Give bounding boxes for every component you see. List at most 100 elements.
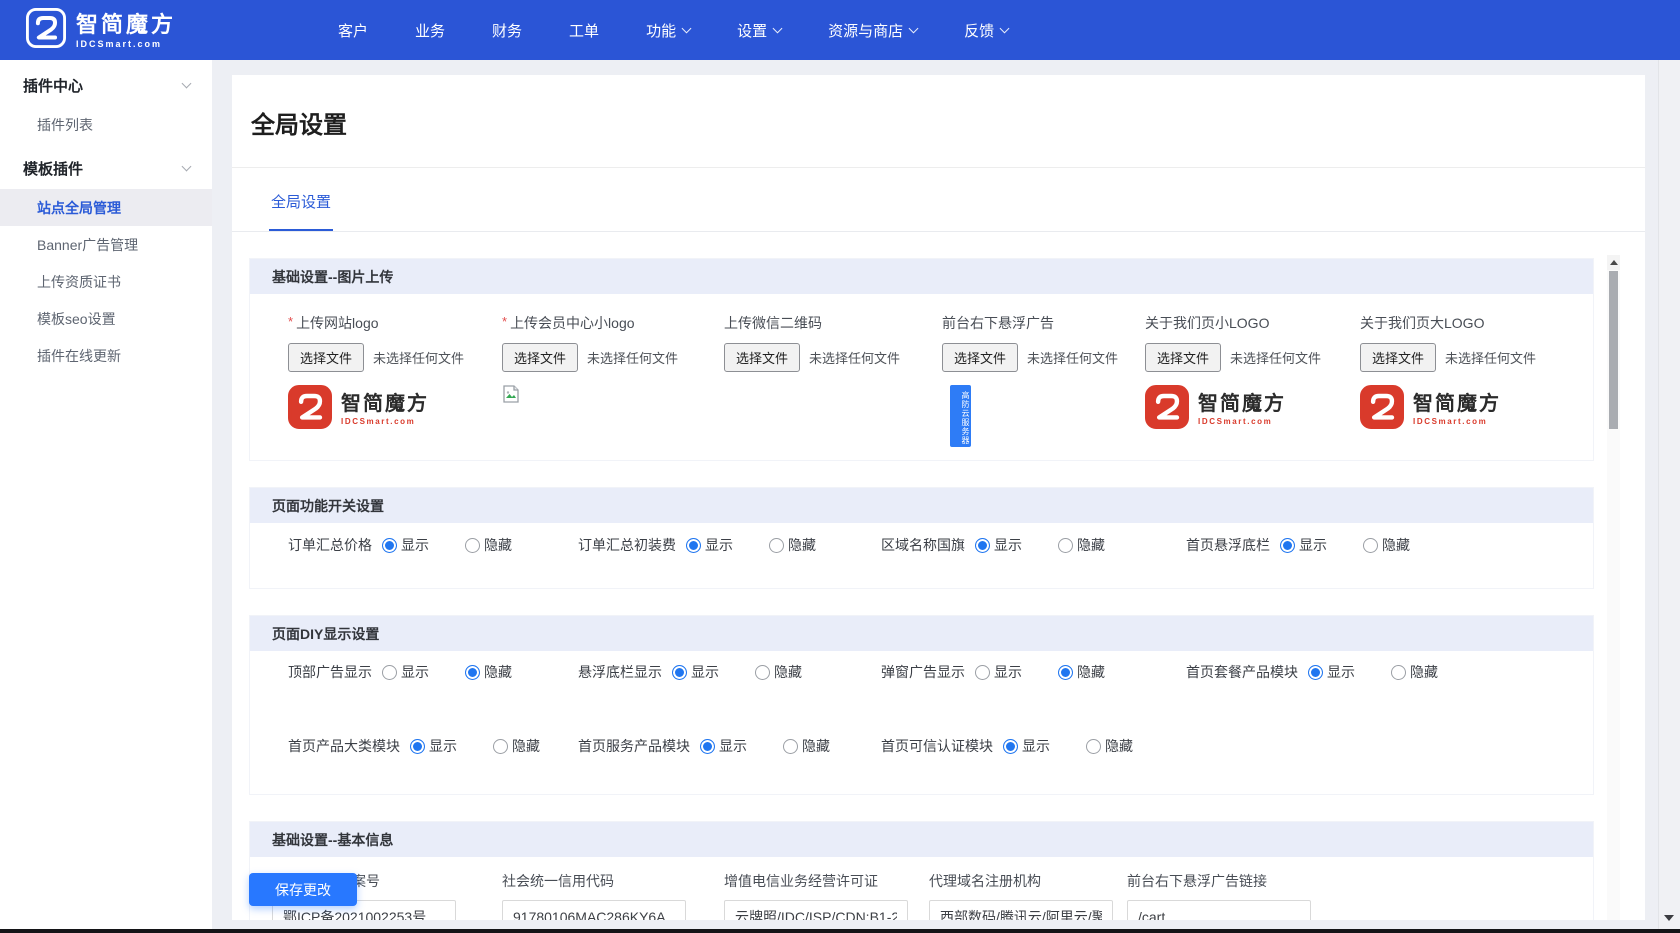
radio-button-icon[interactable] [975, 538, 990, 553]
radio-button-icon[interactable] [1058, 538, 1073, 553]
radio-button-icon[interactable] [493, 739, 508, 754]
chevron-down-icon [682, 23, 692, 33]
arrow-down-icon[interactable] [1664, 915, 1674, 921]
radio-button-icon[interactable] [975, 665, 990, 680]
nav-item-label: 财务 [492, 20, 522, 41]
radio-button-icon[interactable] [1391, 665, 1406, 680]
choose-file-button[interactable]: 选择文件 [288, 343, 364, 372]
input-unified-social-credit-code[interactable] [502, 900, 686, 920]
radio-show-label: 显示 [691, 662, 719, 682]
radio-hide-label: 隐藏 [1077, 535, 1105, 555]
radio-button-icon[interactable] [465, 538, 480, 553]
radio-button-icon[interactable] [1058, 665, 1073, 680]
radio-hide-option[interactable]: 隐藏 [493, 736, 540, 756]
radio-hide-option[interactable]: 隐藏 [1058, 535, 1105, 555]
radio-button-icon[interactable] [1003, 739, 1018, 754]
sidebar-group-header-plugin-center[interactable]: 插件中心 [0, 64, 212, 106]
tab-global-settings[interactable]: 全局设置 [269, 191, 333, 231]
window-bottom-edge [0, 929, 1680, 933]
radio-hide-option[interactable]: 隐藏 [1086, 736, 1133, 756]
sidebar-item-banner-ad-management[interactable]: Banner广告管理 [0, 226, 212, 263]
radio-show-option[interactable]: 显示 [382, 535, 429, 555]
field-label: 社会统一信用代码 [502, 871, 724, 891]
radio-button-icon[interactable] [1086, 739, 1101, 754]
sidebar-item-upload-certificates[interactable]: 上传资质证书 [0, 263, 212, 300]
nav-item-feedback[interactable]: 反馈 [964, 20, 1008, 41]
radio-hide-option[interactable]: 隐藏 [1363, 535, 1410, 555]
top-nav-menu: 客户 业务 财务 工单 功能 设置 资源与商店 反馈 [338, 0, 1008, 60]
logo-preview: 智简魔方IDCSmart.com [1145, 385, 1360, 434]
switch-label: 首页可信认证模块 [881, 736, 993, 756]
field-label: 上传微信二维码 [724, 313, 942, 333]
switch-label: 订单汇总价格 [288, 535, 372, 555]
input-telecom-business-license[interactable] [724, 900, 908, 920]
input-float-ad-link[interactable] [1127, 900, 1311, 920]
radio-button-icon[interactable] [783, 739, 798, 754]
nav-item-tickets[interactable]: 工单 [569, 20, 599, 41]
radio-hide-option[interactable]: 隐藏 [1058, 662, 1105, 682]
radio-show-option[interactable]: 显示 [1308, 662, 1355, 682]
radio-show-option[interactable]: 显示 [410, 736, 457, 756]
radio-button-icon[interactable] [769, 538, 784, 553]
radio-hide-option[interactable]: 隐藏 [755, 662, 802, 682]
radio-button-icon[interactable] [700, 739, 715, 754]
radio-show-option[interactable]: 显示 [975, 535, 1022, 555]
radio-hide-option[interactable]: 隐藏 [769, 535, 816, 555]
radio-show-option[interactable]: 显示 [1280, 535, 1327, 555]
section-diy-display: 页面DIY显示设置顶部广告显示显示隐藏悬浮底栏显示显示隐藏弹窗广告显示显示隐藏首… [249, 615, 1594, 795]
sidebar-item-site-global-management[interactable]: 站点全局管理 [0, 189, 212, 226]
radio-button-icon[interactable] [410, 739, 425, 754]
radio-show-option[interactable]: 显示 [686, 535, 733, 555]
nav-item-finance[interactable]: 财务 [492, 20, 522, 41]
choose-file-button[interactable]: 选择文件 [724, 343, 800, 372]
sidebar-item-plugin-online-update[interactable]: 插件在线更新 [0, 337, 212, 374]
upload-field-site-logo: *上传网站logo选择文件未选择任何文件智简魔方IDCSmart.com [288, 313, 502, 460]
radio-button-icon[interactable] [1308, 665, 1323, 680]
switch-row: 订单汇总价格显示隐藏订单汇总初装费显示隐藏区域名称国旗显示隐藏首页悬浮底栏显示隐… [250, 523, 1593, 588]
radio-button-icon[interactable] [1363, 538, 1378, 553]
radio-hide-option[interactable]: 隐藏 [465, 662, 512, 682]
nav-item-resources-store[interactable]: 资源与商店 [828, 20, 917, 41]
choose-file-button[interactable]: 选择文件 [1360, 343, 1436, 372]
section-header: 基础设置--图片上传 [250, 259, 1593, 294]
choose-file-button[interactable]: 选择文件 [942, 343, 1018, 372]
file-input-wechat-qrcode: 选择文件未选择任何文件 [724, 343, 942, 372]
radio-show-option[interactable]: 显示 [1003, 736, 1050, 756]
input-domain-registrar[interactable] [929, 900, 1113, 920]
nav-item-functions[interactable]: 功能 [646, 20, 690, 41]
radio-hide-option[interactable]: 隐藏 [1391, 662, 1438, 682]
radio-hide-option[interactable]: 隐藏 [783, 736, 830, 756]
radio-show-option[interactable]: 显示 [672, 662, 719, 682]
file-input-float-ad-bottom-right: 选择文件未选择任何文件 [942, 343, 1145, 372]
field-label: 代理域名注册机构 [929, 871, 1127, 891]
radio-show-option[interactable]: 显示 [700, 736, 747, 756]
upload-field-about-small-logo: 关于我们页小LOGO选择文件未选择任何文件智简魔方IDCSmart.com [1145, 313, 1360, 460]
scroll-up-button[interactable] [1607, 255, 1620, 270]
radio-button-icon[interactable] [465, 665, 480, 680]
choose-file-button[interactable]: 选择文件 [502, 343, 578, 372]
radio-button-icon[interactable] [672, 665, 687, 680]
basic-field-telecom-business-license: 增值电信业务经营许可证 [724, 871, 929, 920]
content-scrollbar[interactable] [1607, 255, 1620, 920]
brand[interactable]: 智简魔方 IDCSmart.com [26, 8, 176, 53]
window-scrollbar[interactable] [1658, 60, 1680, 929]
sidebar-group-header-template-plugins[interactable]: 模板插件 [0, 147, 212, 189]
choose-file-button[interactable]: 选择文件 [1145, 343, 1221, 372]
radio-button-icon[interactable] [755, 665, 770, 680]
sidebar-item-template-seo-settings[interactable]: 模板seo设置 [0, 300, 212, 337]
radio-button-icon[interactable] [382, 538, 397, 553]
sidebar-item-plugin-list[interactable]: 插件列表 [0, 106, 212, 143]
radio-button-icon[interactable] [382, 665, 397, 680]
radio-show-option[interactable]: 显示 [382, 662, 429, 682]
radio-show-option[interactable]: 显示 [975, 662, 1022, 682]
radio-button-icon[interactable] [1280, 538, 1295, 553]
nav-item-business[interactable]: 业务 [415, 20, 445, 41]
nav-item-settings[interactable]: 设置 [737, 20, 781, 41]
page-title: 全局设置 [232, 75, 1645, 168]
arrow-up-icon [1610, 260, 1618, 265]
save-button[interactable]: 保存更改 [249, 873, 357, 906]
radio-hide-option[interactable]: 隐藏 [465, 535, 512, 555]
nav-item-customers[interactable]: 客户 [338, 20, 368, 41]
scrollbar-thumb[interactable] [1609, 271, 1618, 429]
radio-button-icon[interactable] [686, 538, 701, 553]
